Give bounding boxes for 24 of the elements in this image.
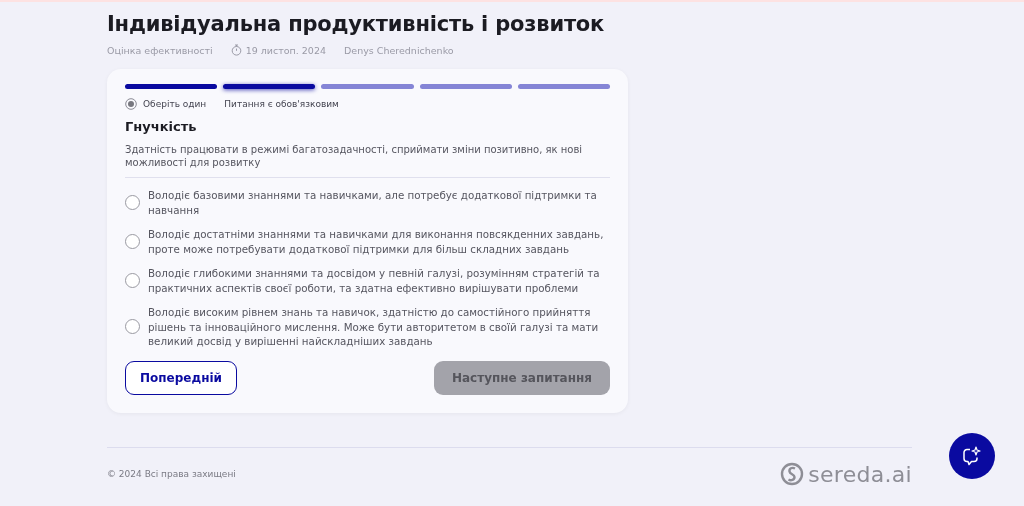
previous-button[interactable]: Попередній	[125, 360, 237, 395]
logo-text: sereda.ai	[808, 461, 912, 487]
timer-icon	[230, 44, 242, 56]
question-description: Здатність працювати в режимі багатозадачності, сприймати зміни позитивно, як нові можливості для розвитку	[125, 143, 584, 169]
radio-button[interactable]	[125, 195, 140, 210]
radio-button[interactable]	[125, 234, 140, 249]
option-text: Володіє базовими знаннями та навичками, але потребує додаткової підтримки та навчання	[148, 188, 598, 217]
sparkle-chat-icon	[961, 445, 983, 467]
copyright-text: © 2024 Всі права захищені	[107, 469, 236, 479]
date-label: 19 листоп. 2024	[245, 44, 326, 56]
radio-button[interactable]	[125, 319, 140, 335]
required-note: Питання є обов'язковим	[224, 99, 339, 109]
radio-icon	[125, 98, 137, 110]
option-text: Володіє глибокими знаннями та досвідом у певній галузі, розумінням стратегій та практичних аспектів своєї роботи, та здатна ефективно вирішувати проблеми	[148, 266, 601, 295]
category-label: Оцінка ефективності	[107, 44, 213, 56]
option-text: Володіє достатніми знаннями та навичками для виконання повсякденних завдань, проте може потребувати додаткової підтримки для більш складних завдань	[148, 227, 605, 256]
logo-icon	[780, 462, 805, 486]
assistant-button[interactable]	[949, 433, 995, 479]
hint-text: Оберіть один	[143, 99, 207, 109]
author-name: Denys Cherednichenko	[344, 44, 454, 56]
radio-button[interactable]	[125, 273, 140, 288]
page-title: Індивідуальна продуктивність і розвиток	[107, 11, 606, 38]
question-title: Гнучкість	[125, 119, 198, 134]
option-text: Володіє високим рівнем знань та навичок, здатністю до самостійного прийняття рішень та інноваційного мислення. Може бути авторитетом в своїй галузі та мати великий досвід у вирішенні найскладніших завдань	[148, 305, 600, 349]
